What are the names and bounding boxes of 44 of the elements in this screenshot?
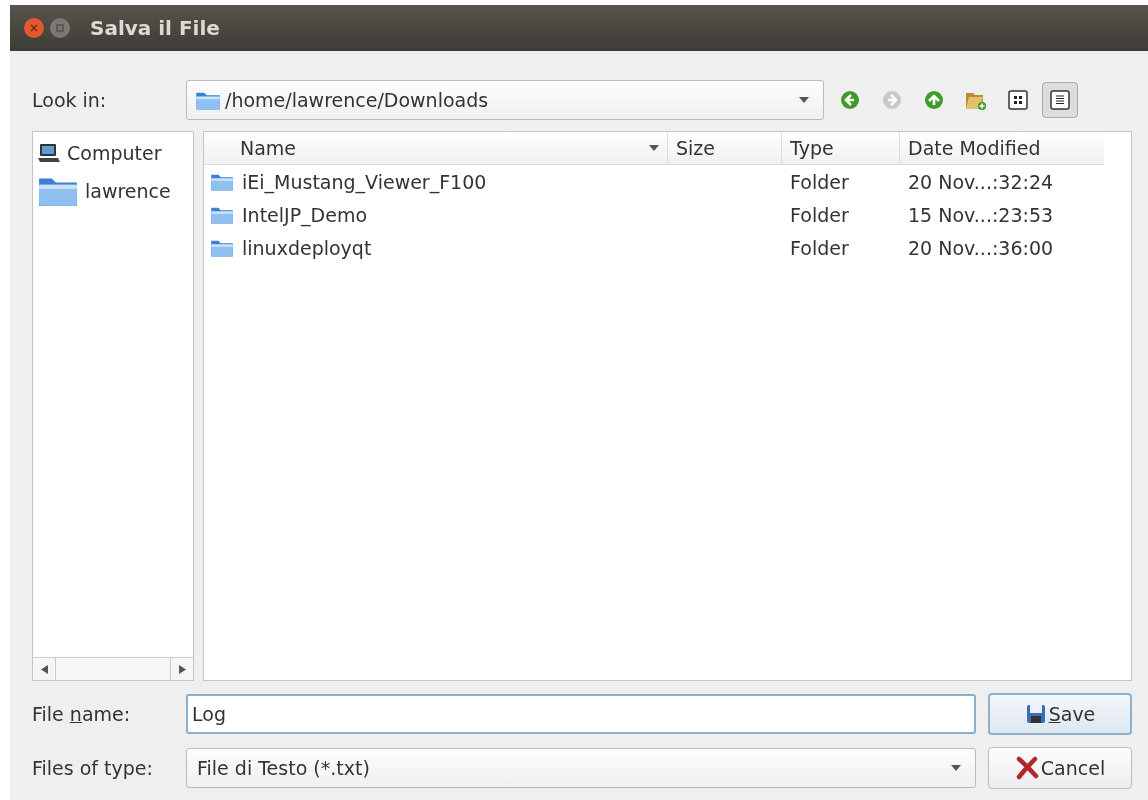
file-name-text: IntelJP_Demo: [242, 203, 368, 226]
maximize-button[interactable]: [50, 18, 70, 38]
sidebar-item[interactable]: lawrence: [37, 174, 189, 208]
type-cell: Folder: [790, 236, 849, 259]
left-triangle-icon: [40, 664, 48, 674]
right-triangle-icon: [178, 664, 186, 674]
detail-view-button[interactable]: [1042, 82, 1078, 118]
type-cell: Folder: [790, 203, 849, 226]
grid-icon: [1007, 89, 1029, 111]
sidebar-label: lawrence: [85, 180, 171, 202]
caret-icon: [951, 765, 961, 771]
horizontal-scrollbar[interactable]: [33, 657, 193, 680]
file-name-text: linuxdeployqt: [242, 236, 372, 259]
date-cell: 15 Nov...:23:53: [908, 203, 1054, 226]
date-cell: 20 Nov...:36:00: [908, 236, 1054, 259]
cross-icon: [1014, 756, 1039, 780]
cancel-button[interactable]: Cancel: [988, 747, 1132, 789]
window-title: Salva il File: [90, 16, 220, 40]
column-header[interactable]: Date Modified: [900, 132, 1104, 164]
caret-icon: [799, 97, 809, 103]
column-header[interactable]: Size: [668, 132, 782, 164]
look-in-dropdown[interactable]: /home/lawrence/Downloads: [186, 80, 824, 120]
look-in-label: Look in:: [32, 89, 108, 111]
file-name-text: iEi_Mustang_Viewer_F100: [242, 170, 487, 193]
file-row-name[interactable]: linuxdeployqt: [204, 236, 668, 259]
file-row-name[interactable]: iEi_Mustang_Viewer_F100: [204, 170, 668, 193]
path-text: /home/lawrence/Downloads: [225, 89, 490, 111]
sidebar-label: Computer: [67, 142, 162, 164]
square-icon: [55, 23, 65, 33]
close-icon: [29, 23, 39, 33]
file-type-label: Files of type:: [32, 757, 154, 779]
save-button[interactable]: Save: [988, 693, 1132, 735]
date-cell: 20 Nov...:32:24: [908, 170, 1054, 193]
column-header[interactable]: Name: [204, 132, 668, 164]
file-type-dropdown[interactable]: File di Testo (*.txt): [186, 748, 976, 788]
close-button[interactable]: [24, 18, 44, 38]
file-row-name[interactable]: IntelJP_Demo: [204, 203, 668, 226]
file-name-field[interactable]: Log: [186, 694, 976, 734]
column-header[interactable]: Type: [782, 132, 900, 164]
computer-icon: [37, 142, 61, 164]
list-icon: [1049, 89, 1071, 111]
file-name-label: File name:: [32, 703, 132, 725]
sidebar-item[interactable]: Computer: [37, 142, 189, 164]
type-cell: Folder: [790, 170, 849, 193]
